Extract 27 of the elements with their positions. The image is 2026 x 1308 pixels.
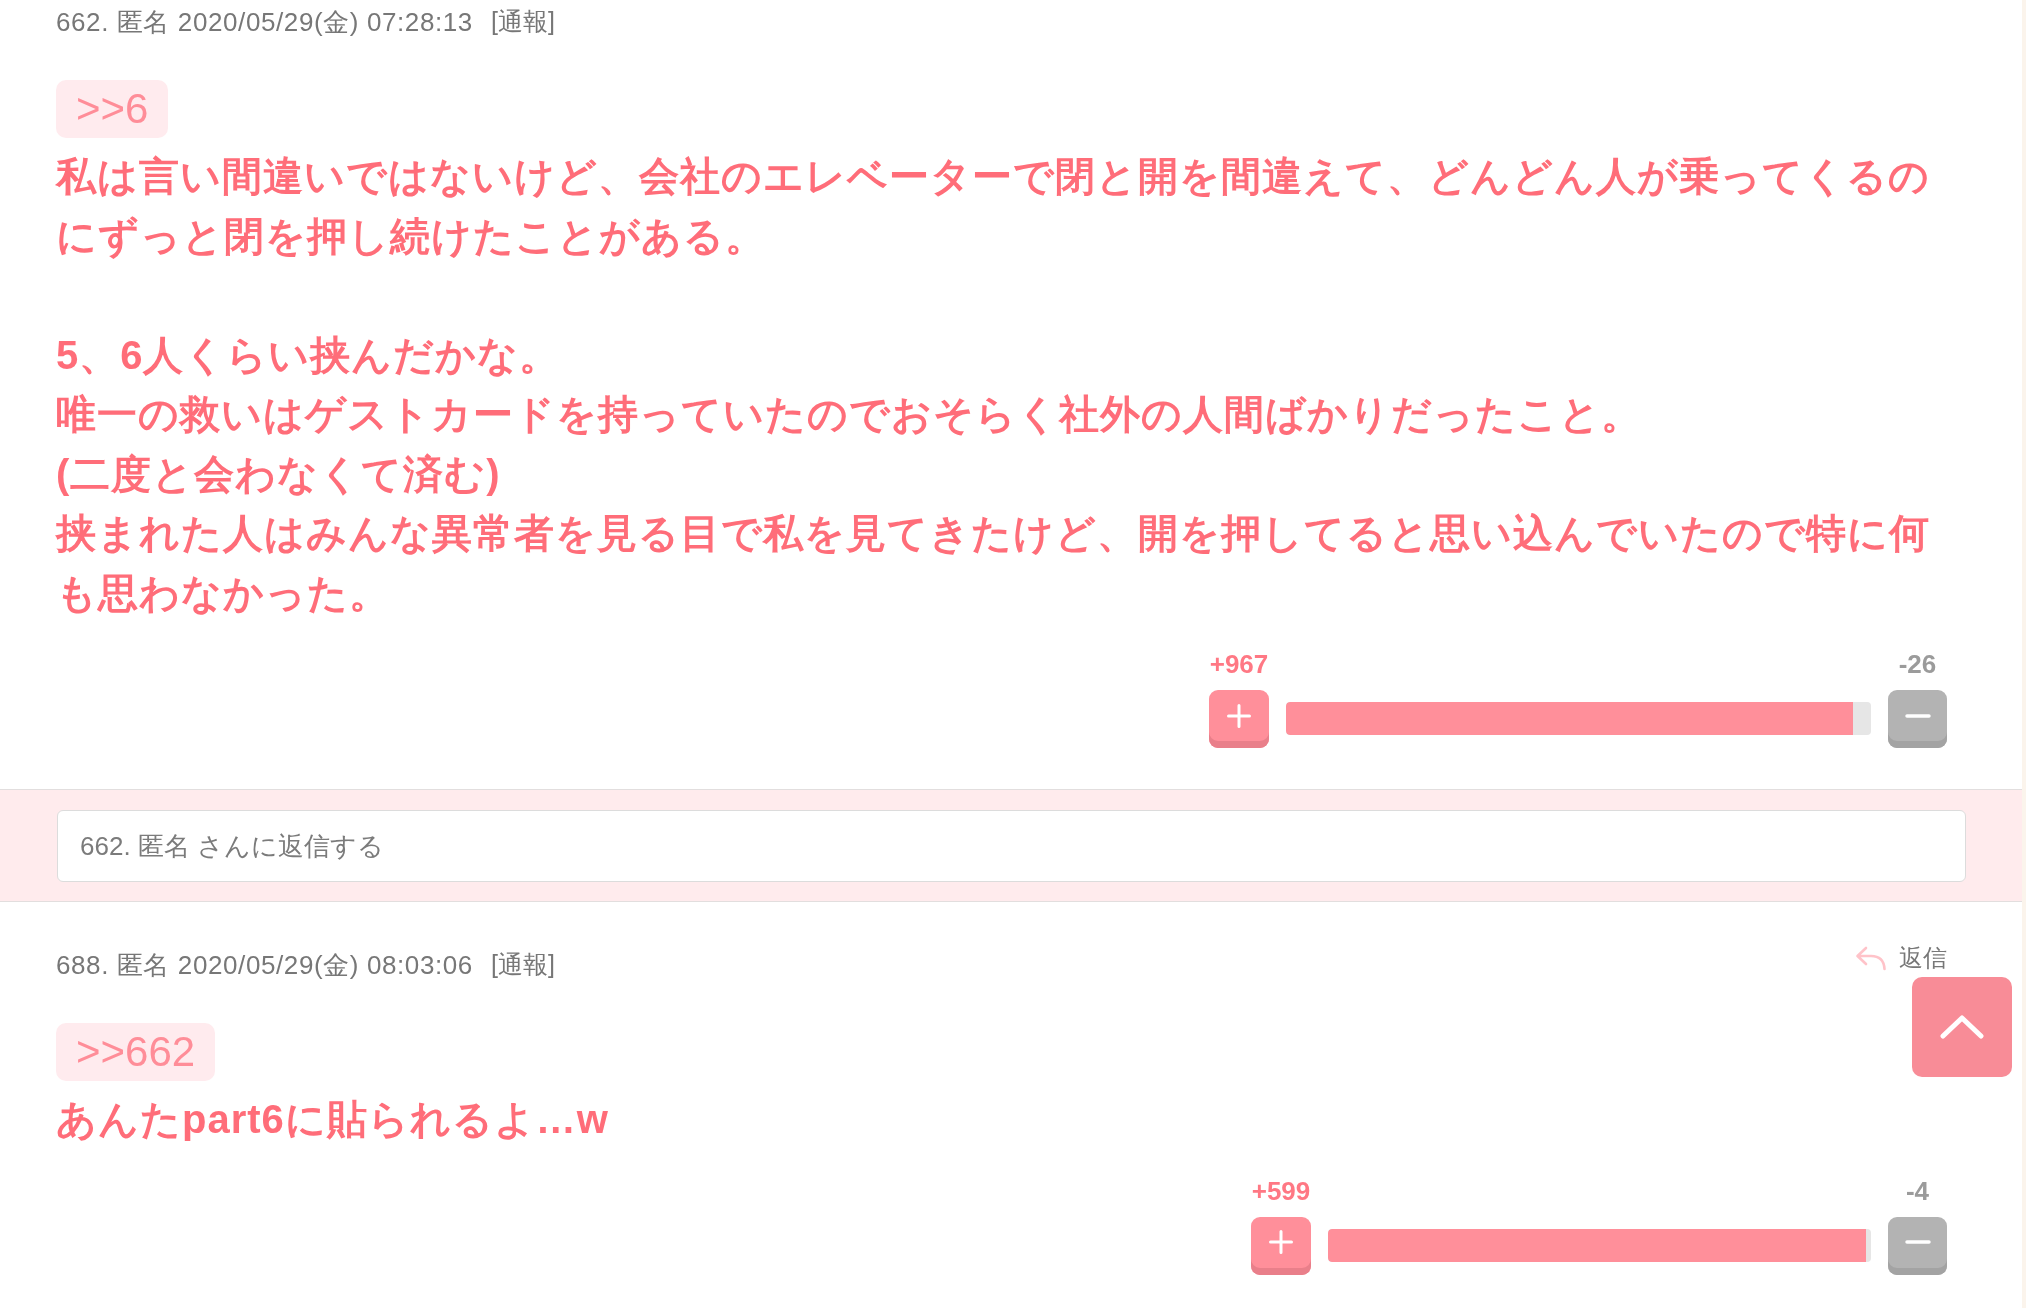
post-body-text: 唯一の救いはゲストカードを持っていたのでおそらく社外の人間ばかりだったこと。: [56, 391, 1643, 438]
plus-icon: [1269, 1230, 1293, 1254]
post-meta-text: 688. 匿名 2020/05/29(金) 08:03:06: [56, 948, 473, 982]
post-body-text: あんたpart6に貼られるよ…w: [56, 1096, 610, 1143]
downvote-count: -4: [1905, 1175, 1930, 1206]
downvote-button[interactable]: [1888, 690, 1947, 748]
downvote-count: -26: [1898, 649, 1937, 679]
plus-icon: [1227, 703, 1251, 728]
upvote-button[interactable]: [1251, 1216, 1311, 1275]
post-body-text: 私は言い間違いではないけど、会社のエレベーターで閉と開を間違えて、どんどん人が乗ってくるのにずっと閉を押し続けたことがある。: [56, 153, 1931, 261]
downvote-button[interactable]: [1888, 1216, 1947, 1275]
reply-link[interactable]: 返信: [1855, 945, 1947, 971]
upvote-count: +599: [1251, 1175, 1311, 1206]
post-body-text: 挟まれた人はみんな異常者を見る目で私を見てきたけど、開を押してると思い込んでいたので特に何も思わなかった。: [56, 510, 1931, 617]
minus-icon: [1904, 713, 1931, 718]
reply-input[interactable]: 662. 匿名 さんに返信する: [57, 810, 1966, 882]
post-meta-text: 662. 匿名 2020/05/29(金) 07:28:13: [56, 5, 473, 39]
post-body-text: 5、6人くらい挟んだかな。: [56, 331, 562, 379]
report-link[interactable]: [通報]: [490, 946, 555, 984]
chevron-up-icon: [1940, 1015, 1984, 1039]
report-link[interactable]: [通報]: [490, 3, 555, 41]
minus-icon: [1904, 1240, 1931, 1244]
upvote-count: +967: [1209, 649, 1269, 679]
upvote-button[interactable]: [1209, 690, 1269, 748]
reply-arrow-icon: [1855, 945, 1887, 971]
post-body-text: (二度と会わなくて済む): [56, 450, 502, 498]
scroll-to-top-button[interactable]: [1912, 977, 2012, 1077]
